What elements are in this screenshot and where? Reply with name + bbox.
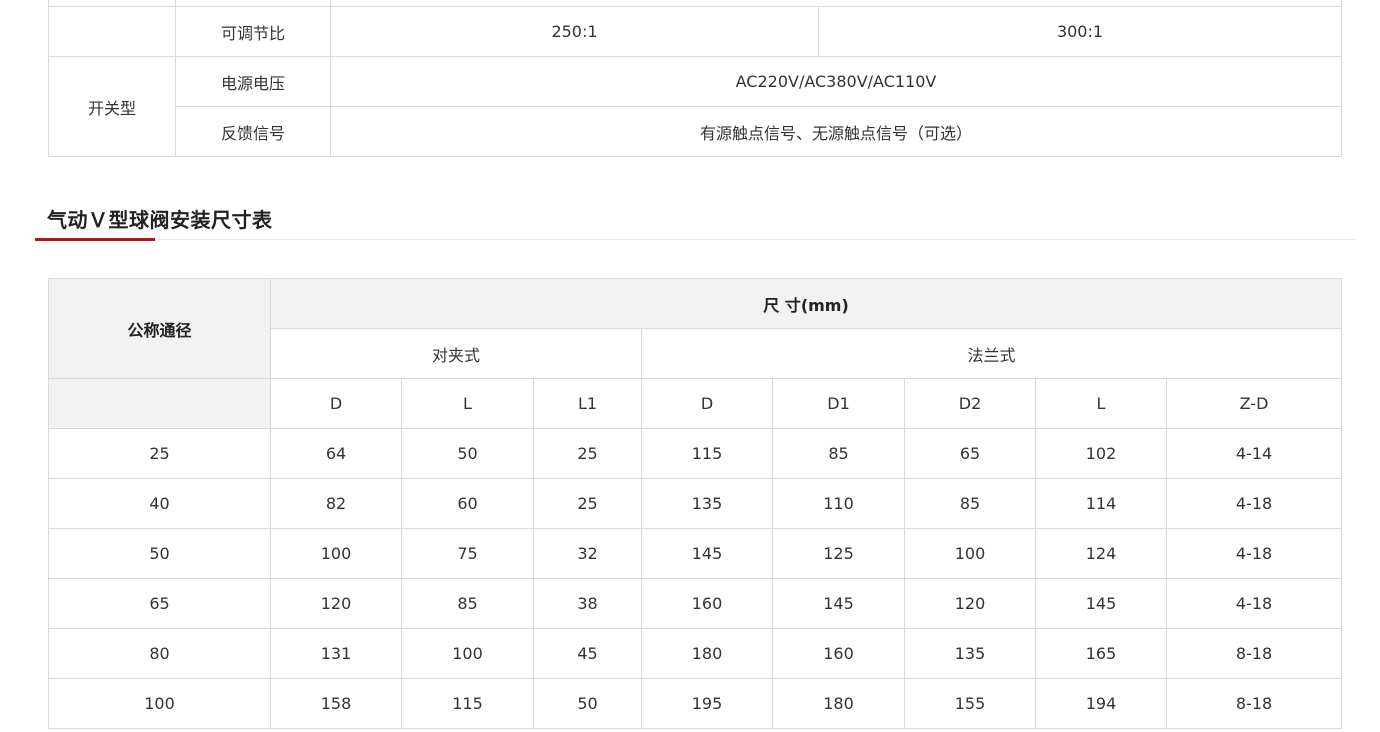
dimensions-table: 公称通径 尺 寸(mm) 对夹式 法兰式 D L L1 D D1 D2 L Z-…: [48, 278, 1343, 729]
spec-label-feedback: 反馈信号: [175, 106, 331, 157]
spec-row-voltage: 开关型 电源电压 AC220V/AC380V/AC110V: [48, 56, 1342, 157]
table-cell: 4-18: [1165, 478, 1343, 529]
spec-label-voltage: 电源电压: [175, 56, 331, 107]
section-divider: [35, 239, 1355, 240]
table-row: 80 131 100 45 180 160 135 165 8-18: [48, 628, 1343, 679]
table-row: 65 120 85 38 160 145 120 145 4-18: [48, 578, 1343, 629]
table-cell: 115: [641, 428, 773, 479]
spec-label-ratio: 可调节比: [175, 6, 331, 57]
header-columns-row: D L L1 D D1 D2 L Z-D: [48, 378, 1343, 429]
table-cell: 100: [904, 528, 1036, 579]
table-cell: 135: [641, 478, 773, 529]
table-cell: 160: [641, 578, 773, 629]
table-cell: 8-18: [1165, 678, 1343, 729]
header-blank: [48, 378, 271, 429]
table-cell: 50: [48, 528, 271, 579]
table-cell: 180: [641, 628, 773, 679]
table-cell: 114: [1035, 478, 1167, 529]
table-cell: 102: [1035, 428, 1167, 479]
column-header: L: [1035, 378, 1167, 429]
column-header: D2: [904, 378, 1036, 429]
table-cell: 160: [772, 628, 905, 679]
column-header: D1: [772, 378, 905, 429]
table-cell: 75: [401, 528, 534, 579]
column-header: D: [641, 378, 773, 429]
table-cell: 32: [533, 528, 642, 579]
table-cell: 50: [533, 678, 642, 729]
table-row: 25 64 50 25 115 85 65 102 4-14: [48, 428, 1343, 479]
table-cell: 194: [1035, 678, 1167, 729]
table-row: 40 82 60 25 135 110 85 114 4-18: [48, 478, 1343, 529]
table-cell: 25: [48, 428, 271, 479]
table-cell: 180: [772, 678, 905, 729]
table-cell: 85: [772, 428, 905, 479]
table-cell: 4-18: [1165, 578, 1343, 629]
column-header: Z-D: [1165, 378, 1343, 429]
table-cell: 60: [401, 478, 534, 529]
table-cell: 100: [401, 628, 534, 679]
table-cell: 110: [772, 478, 905, 529]
table-row: 50 100 75 32 145 125 100 124 4-18: [48, 528, 1343, 579]
table-cell: 115: [401, 678, 534, 729]
table-cell: 40: [48, 478, 271, 529]
table-cell: 155: [904, 678, 1036, 729]
table-cell: 38: [533, 578, 642, 629]
table-cell: 135: [904, 628, 1036, 679]
table-cell: 195: [641, 678, 773, 729]
section-title: 气动Ｖ型球阀安装尺寸表: [47, 208, 273, 232]
table-cell: 145: [641, 528, 773, 579]
table-cell: 100: [48, 678, 271, 729]
column-header: L1: [533, 378, 642, 429]
column-header: L: [401, 378, 534, 429]
table-cell: 4-14: [1165, 428, 1343, 479]
spec-value-feedback: 有源触点信号、无源触点信号（可选）: [330, 106, 1342, 157]
spec-value-ratio-2: 300:1: [818, 6, 1342, 57]
header-wafer: 对夹式: [270, 328, 642, 379]
table-row: 100 158 115 50 195 180 155 194 8-18: [48, 678, 1343, 729]
table-cell: 80: [48, 628, 271, 679]
table-cell: 125: [772, 528, 905, 579]
table-cell: 120: [270, 578, 402, 629]
spec-row-ratio: 可调节比 250:1 300:1: [48, 6, 1342, 57]
table-cell: 4-18: [1165, 528, 1343, 579]
column-header: D: [270, 378, 402, 429]
spec-cell: [48, 6, 176, 57]
table-cell: 45: [533, 628, 642, 679]
table-cell: 158: [270, 678, 402, 729]
spec-value-voltage: AC220V/AC380V/AC110V: [330, 56, 1342, 107]
table-cell: 85: [904, 478, 1036, 529]
table-cell: 82: [270, 478, 402, 529]
header-flange: 法兰式: [640, 328, 1343, 379]
table-cell: 50: [401, 428, 534, 479]
table-cell: 85: [401, 578, 534, 629]
table-cell: 25: [533, 428, 642, 479]
table-cell: 65: [48, 578, 271, 629]
table-cell: 64: [270, 428, 402, 479]
table-cell: 100: [270, 528, 402, 579]
header-size-mm: 尺 寸(mm): [269, 278, 1343, 329]
table-cell: 145: [1035, 578, 1167, 629]
spec-table: 可调节比 250:1 300:1 开关型 电源电压 AC220V/AC380V/…: [48, 0, 1342, 157]
table-cell: 65: [904, 428, 1036, 479]
section-accent-bar: [35, 238, 155, 241]
table-cell: 120: [904, 578, 1036, 629]
header-nominal-diameter: 公称通径: [48, 278, 271, 379]
table-cell: 124: [1035, 528, 1167, 579]
spec-row-feedback: 反馈信号 有源触点信号、无源触点信号（可选）: [49, 106, 1342, 157]
header-row: 公称通径 尺 寸(mm): [48, 278, 1343, 379]
table-cell: 131: [270, 628, 402, 679]
table-cell: 145: [772, 578, 905, 629]
spec-value-ratio-1: 250:1: [330, 6, 819, 57]
table-cell: 165: [1035, 628, 1167, 679]
spec-group-switch: 开关型: [48, 56, 176, 157]
table-cell: 8-18: [1165, 628, 1343, 679]
table-cell: 25: [533, 478, 642, 529]
